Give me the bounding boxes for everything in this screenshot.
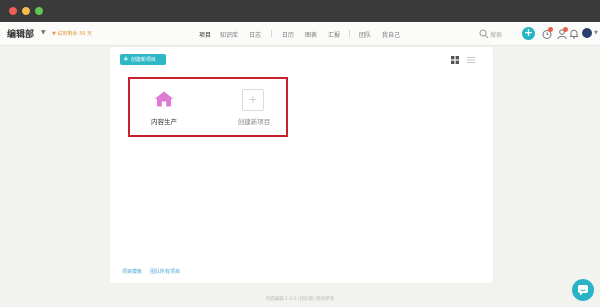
all-team-projects-link[interactable]: 团队所有项目: [150, 268, 180, 275]
search-input[interactable]: 搜索: [490, 30, 502, 39]
notification-badge: [548, 27, 553, 32]
project-name[interactable]: 内容生产: [137, 116, 191, 126]
window-titlebar: [0, 0, 600, 22]
nav-divider: [349, 30, 350, 37]
nav-item-knowledge-base[interactable]: 知识库: [220, 30, 238, 39]
close-window-button[interactable]: [9, 7, 17, 15]
chevron-down-icon[interactable]: ▼: [594, 30, 598, 36]
nav-item-team[interactable]: 团队: [359, 30, 371, 39]
create-project-label: 创建新项目: [130, 57, 156, 63]
trial-note[interactable]: ▼ 试用剩余 30 天: [52, 30, 92, 37]
project-templates-link[interactable]: 项目模板: [122, 268, 142, 275]
search-icon[interactable]: [478, 28, 490, 40]
list-view-icon[interactable]: [467, 56, 475, 64]
bell-icon[interactable]: [568, 28, 580, 40]
version-note: 内容编辑 1.0.0 (团队版) 版权所有: [265, 297, 335, 302]
nav-divider: [271, 30, 272, 37]
add-button[interactable]: +: [522, 27, 535, 40]
nav-item-calendar[interactable]: 日历: [282, 30, 294, 39]
nav-item-projects[interactable]: 项目: [199, 30, 211, 39]
nav-item-log[interactable]: 日志: [249, 30, 261, 39]
plus-icon: +: [123, 55, 129, 63]
nav-item-reports[interactable]: 汇报: [328, 30, 340, 39]
app-header: 编辑部 ▼ ▼ 试用剩余 30 天 项目 知识库 日志 日历 图表 汇报 团队 …: [0, 22, 600, 46]
nav-item-myself[interactable]: 我自己: [382, 30, 400, 39]
chat-button[interactable]: [572, 279, 594, 301]
avatar[interactable]: [581, 27, 593, 39]
grid-view-icon[interactable]: [451, 56, 459, 64]
maximize-window-button[interactable]: [35, 7, 43, 15]
chat-icon: [578, 285, 588, 296]
new-project-tile[interactable]: +: [242, 89, 264, 111]
create-project-button[interactable]: + 创建新项目: [120, 54, 166, 65]
minimize-window-button[interactable]: [22, 7, 30, 15]
chevron-down-icon[interactable]: ▼: [41, 29, 46, 36]
nav-item-charts[interactable]: 图表: [305, 30, 317, 39]
house-icon: [154, 91, 174, 107]
team-name[interactable]: 编辑部: [7, 27, 34, 40]
new-project-label[interactable]: 创建新项目: [225, 116, 283, 126]
